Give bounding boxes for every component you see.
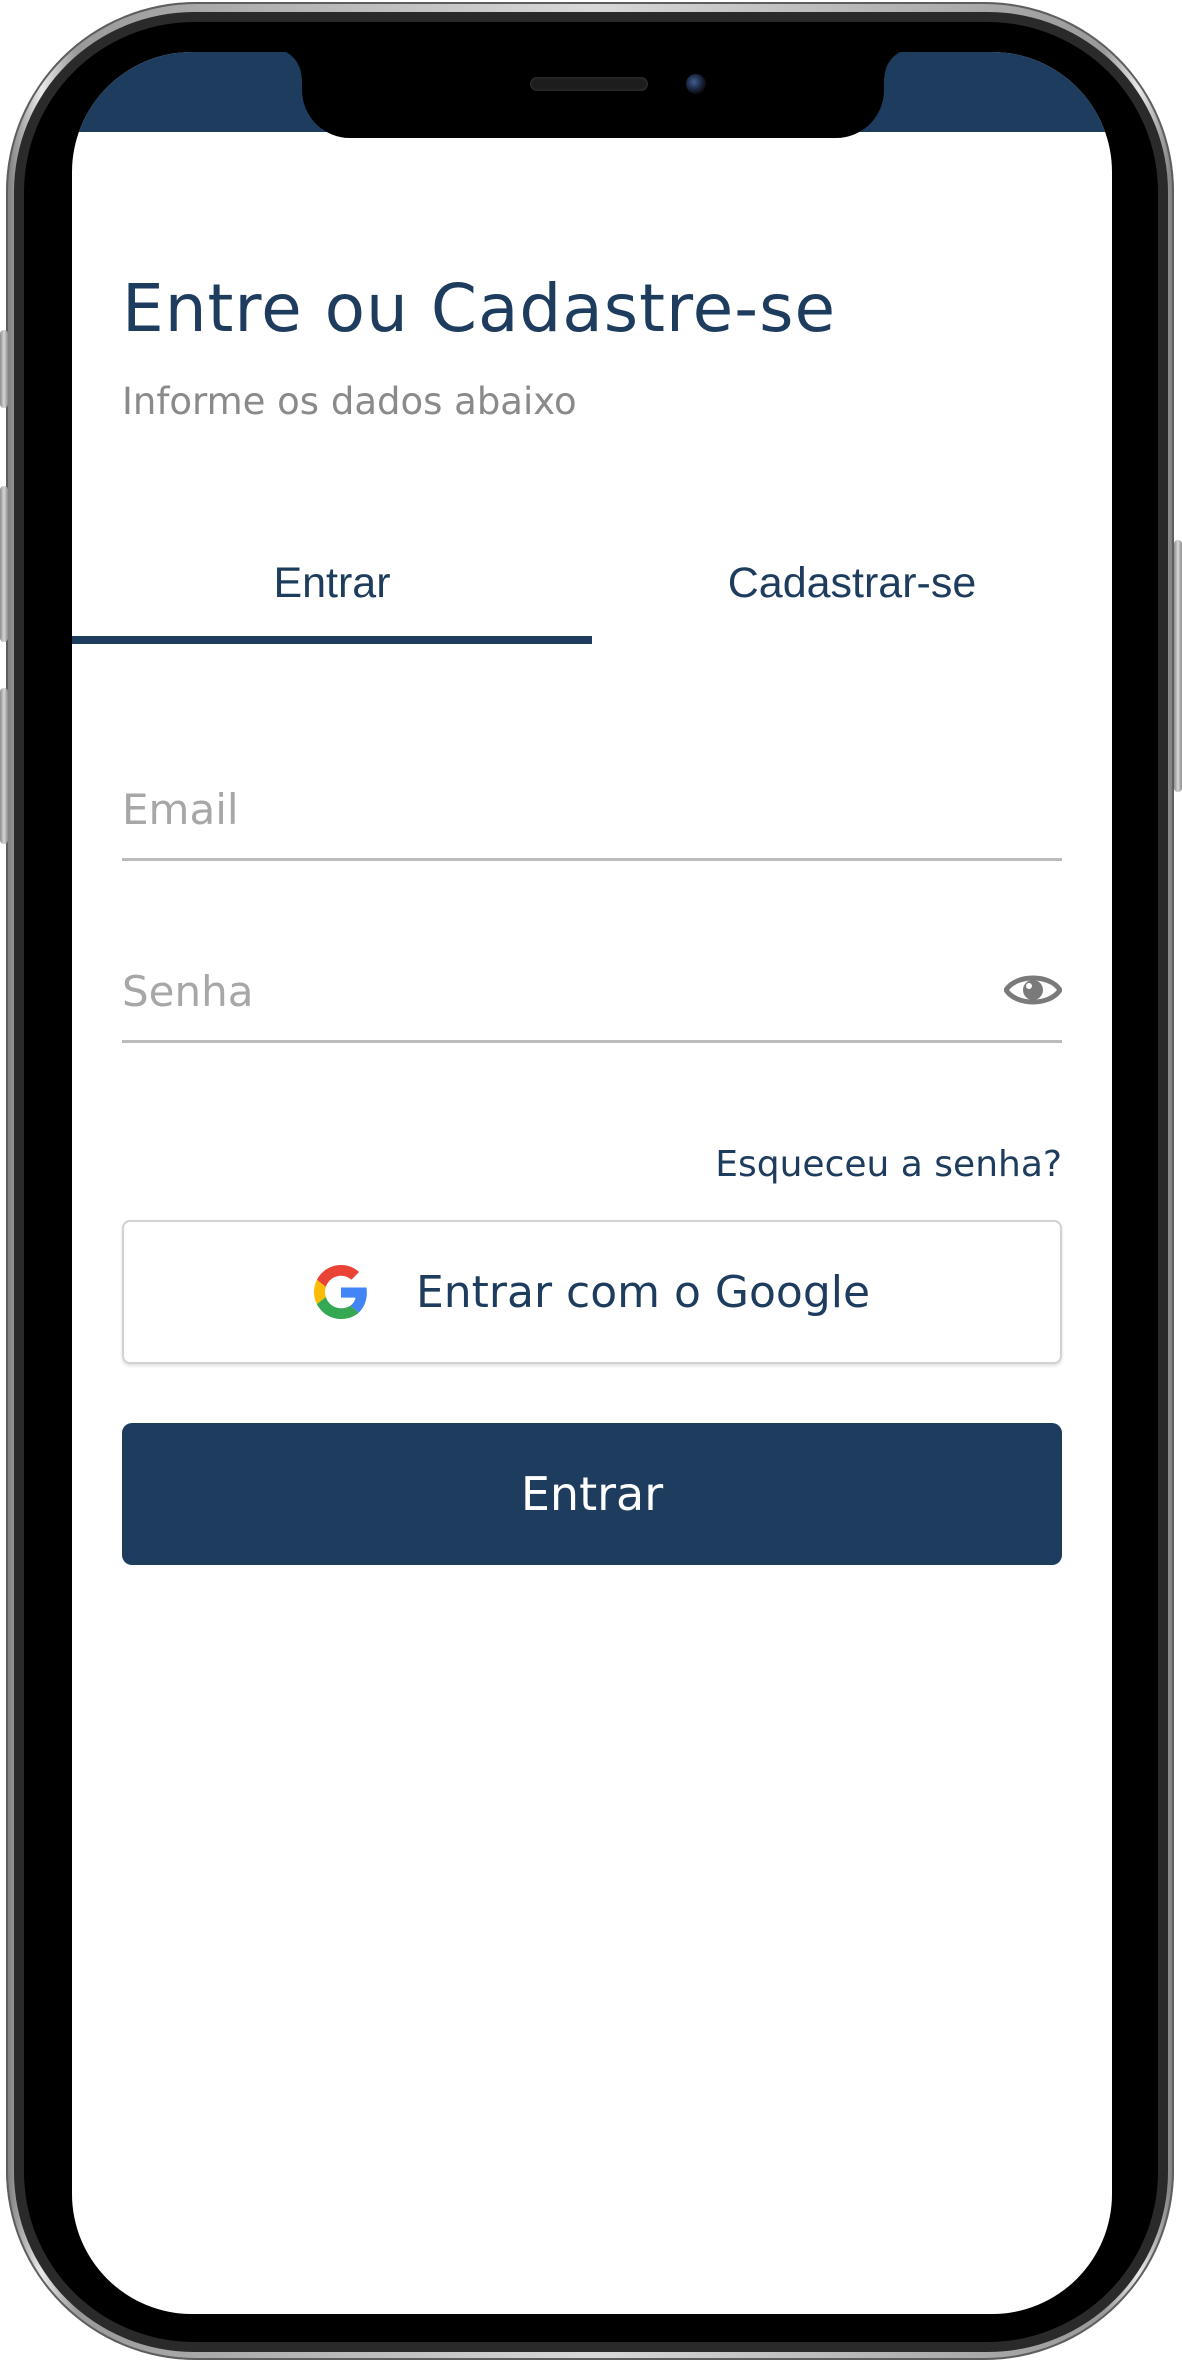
active-tab-indicator	[72, 636, 592, 644]
app-screen: Entre ou Cadastre-se Informe os dados ab…	[72, 52, 1112, 2314]
device-power-button	[1174, 540, 1182, 792]
google-logo-icon	[313, 1265, 368, 1319]
front-camera	[686, 74, 706, 94]
page-title: Entre ou Cadastre-se	[122, 270, 837, 347]
tab-entrar[interactable]: Entrar	[72, 532, 592, 634]
device-volume-down-button	[0, 688, 8, 844]
forgot-password-link[interactable]: Esqueceu a senha?	[715, 1144, 1062, 1185]
device-silent-switch	[0, 330, 8, 408]
speaker-grille	[530, 77, 648, 91]
eye-icon[interactable]	[1003, 968, 1063, 1012]
google-signin-label: Entrar com o Google	[415, 1266, 871, 1318]
email-input[interactable]	[122, 774, 982, 844]
device-notch	[272, 52, 914, 138]
password-input[interactable]	[122, 956, 982, 1026]
tab-cadastrar-se[interactable]: Cadastrar-se	[592, 532, 1112, 634]
password-field	[122, 940, 1063, 1043]
page-subtitle: Informe os dados abaixo	[122, 380, 577, 423]
auth-tabs: Entrar Cadastrar-se	[72, 532, 1112, 634]
login-submit-button[interactable]: Entrar	[122, 1423, 1062, 1565]
google-signin-button[interactable]: Entrar com o Google	[122, 1220, 1062, 1364]
device-volume-up-button	[0, 486, 8, 642]
email-field	[122, 758, 1062, 861]
